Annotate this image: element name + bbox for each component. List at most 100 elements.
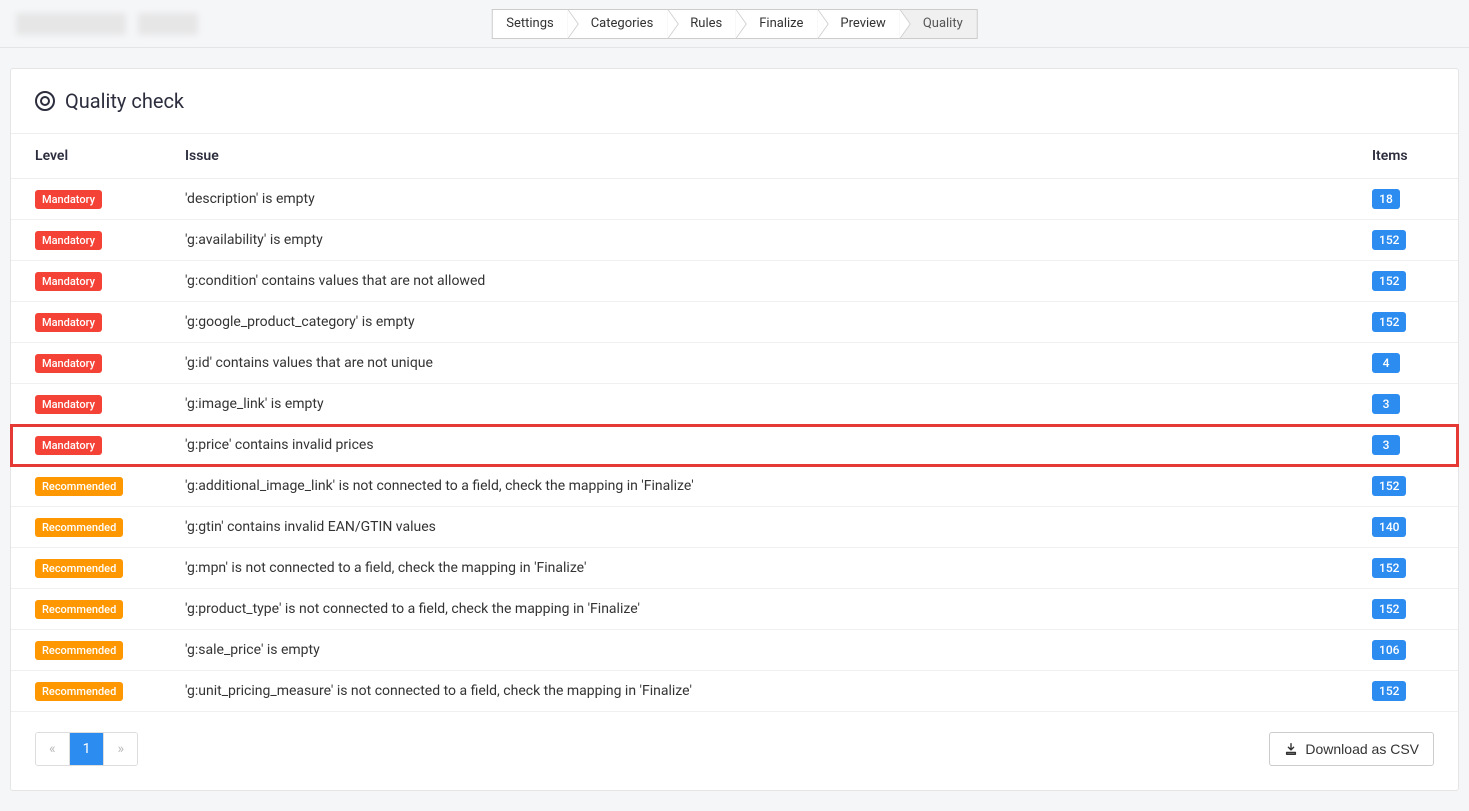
wizard-step-quality[interactable]: Quality [900,9,978,39]
column-header-issue: Issue [161,134,1348,179]
column-header-level: Level [11,134,161,179]
cell-items: 3 [1348,425,1458,466]
cell-items: 152 [1348,548,1458,589]
quality-panel: Quality check Level Issue Items Mandator… [10,68,1459,791]
level-badge: Mandatory [35,436,102,455]
cell-level: Recommended [11,630,161,671]
cell-issue: 'g:gtin' contains invalid EAN/GTIN value… [161,507,1348,548]
items-count-badge: 3 [1372,394,1400,414]
table-row[interactable]: Recommended 'g:unit_pricing_measure' is n… [11,671,1458,712]
pagination-page-1[interactable]: 1 [70,733,105,765]
cell-level: Mandatory [11,261,161,302]
cell-level: Recommended [11,466,161,507]
items-count-badge: 106 [1372,640,1406,660]
level-badge: Recommended [35,559,123,578]
table-row[interactable]: Mandatory 'g:availability' is empty 152 [11,220,1458,261]
page: Quality check Level Issue Items Mandator… [0,48,1469,811]
cell-items: 18 [1348,179,1458,220]
table-row[interactable]: Mandatory 'g:google_product_category' is … [11,302,1458,343]
cell-level: Recommended [11,548,161,589]
cell-items: 152 [1348,220,1458,261]
level-badge: Mandatory [35,272,102,291]
cell-issue: 'g:google_product_category' is empty [161,302,1348,343]
cell-items: 106 [1348,630,1458,671]
cell-items: 152 [1348,466,1458,507]
level-badge: Mandatory [35,231,102,250]
quality-table: Level Issue Items Mandatory 'description'… [11,134,1458,712]
cell-items: 4 [1348,343,1458,384]
table-row[interactable]: Mandatory 'g:id' contains values that are… [11,343,1458,384]
level-badge: Recommended [35,641,123,660]
cell-items: 152 [1348,589,1458,630]
cell-issue: 'description' is empty [161,179,1348,220]
level-badge: Mandatory [35,395,102,414]
cell-issue: 'g:sale_price' is empty [161,630,1348,671]
download-csv-label: Download as CSV [1305,741,1419,757]
table-row[interactable]: Mandatory'g:image_link' is empty3 [11,384,1458,425]
pagination: « 1 » [35,732,138,766]
cell-items: 140 [1348,507,1458,548]
table-row[interactable]: Recommended 'g:gtin' contains invalid EAN… [11,507,1458,548]
table-row[interactable]: Recommended 'g:mpn' is not connected to a… [11,548,1458,589]
items-count-badge: 152 [1372,476,1406,496]
cell-issue: 'g:mpn' is not connected to a field, che… [161,548,1348,589]
items-count-badge: 152 [1372,230,1406,250]
level-badge: Mandatory [35,354,102,373]
table-row[interactable]: Recommended 'g:additional_image_link' is … [11,466,1458,507]
items-count-badge: 152 [1372,271,1406,291]
download-csv-button[interactable]: Download as CSV [1269,732,1434,766]
items-count-badge: 3 [1372,435,1400,455]
panel-footer: « 1 » Download as CSV [11,712,1458,790]
cell-level: Recommended [11,671,161,712]
level-badge: Recommended [35,682,123,701]
cell-items: 152 [1348,671,1458,712]
panel-header: Quality check [11,69,1458,134]
cell-issue: 'g:condition' contains values that are n… [161,261,1348,302]
column-header-items: Items [1348,134,1458,179]
table-row[interactable]: Mandatory 'g:price' contains invalid pric… [11,425,1458,466]
panel-title: Quality check [65,89,184,113]
level-badge: Mandatory [35,313,102,332]
items-count-badge: 4 [1372,353,1400,373]
level-badge: Mandatory [35,190,102,209]
cell-issue: 'g:additional_image_link' is not connect… [161,466,1348,507]
level-badge: Recommended [35,600,123,619]
table-row[interactable]: Recommended 'g:sale_price' is empty 106 [11,630,1458,671]
cell-level: Mandatory [11,384,161,425]
cell-level: Recommended [11,507,161,548]
wizard-step-preview[interactable]: Preview [817,9,899,39]
wizard-nav: SettingsCategoriesRulesFinalizePreviewQu… [491,9,978,39]
wizard-step-settings[interactable]: Settings [491,9,567,39]
table-row[interactable]: Recommended'g:product_type' is not conne… [11,589,1458,630]
cell-level: Mandatory [11,425,161,466]
cell-level: Mandatory [11,343,161,384]
table-row[interactable]: Mandatory 'description' is empty18 [11,179,1458,220]
cell-level: Mandatory [11,220,161,261]
download-icon [1284,742,1298,756]
cell-items: 152 [1348,261,1458,302]
wizard-step-categories[interactable]: Categories [568,9,668,39]
cell-level: Recommended [11,589,161,630]
wizard-step-finalize[interactable]: Finalize [736,9,817,39]
cell-issue: 'g:unit_pricing_measure' is not connecte… [161,671,1348,712]
cell-items: 3 [1348,384,1458,425]
cell-issue: 'g:availability' is empty [161,220,1348,261]
items-count-badge: 152 [1372,599,1406,619]
cell-issue: 'g:id' contains values that are not uniq… [161,343,1348,384]
level-badge: Recommended [35,477,123,496]
topbar: SettingsCategoriesRulesFinalizePreviewQu… [0,0,1469,48]
table-row[interactable]: Mandatory 'g:condition' contains values t… [11,261,1458,302]
level-badge: Recommended [35,518,123,537]
items-count-badge: 152 [1372,312,1406,332]
pagination-prev[interactable]: « [36,733,70,765]
topbar-left [16,13,198,35]
cell-level: Mandatory [11,179,161,220]
items-count-badge: 152 [1372,681,1406,701]
cell-items: 152 [1348,302,1458,343]
table-header-row: Level Issue Items [11,134,1458,179]
items-count-badge: 152 [1372,558,1406,578]
pagination-next[interactable]: » [104,733,137,765]
lifering-icon [35,91,55,111]
cell-issue: 'g:price' contains invalid prices [161,425,1348,466]
items-count-badge: 140 [1372,517,1406,537]
